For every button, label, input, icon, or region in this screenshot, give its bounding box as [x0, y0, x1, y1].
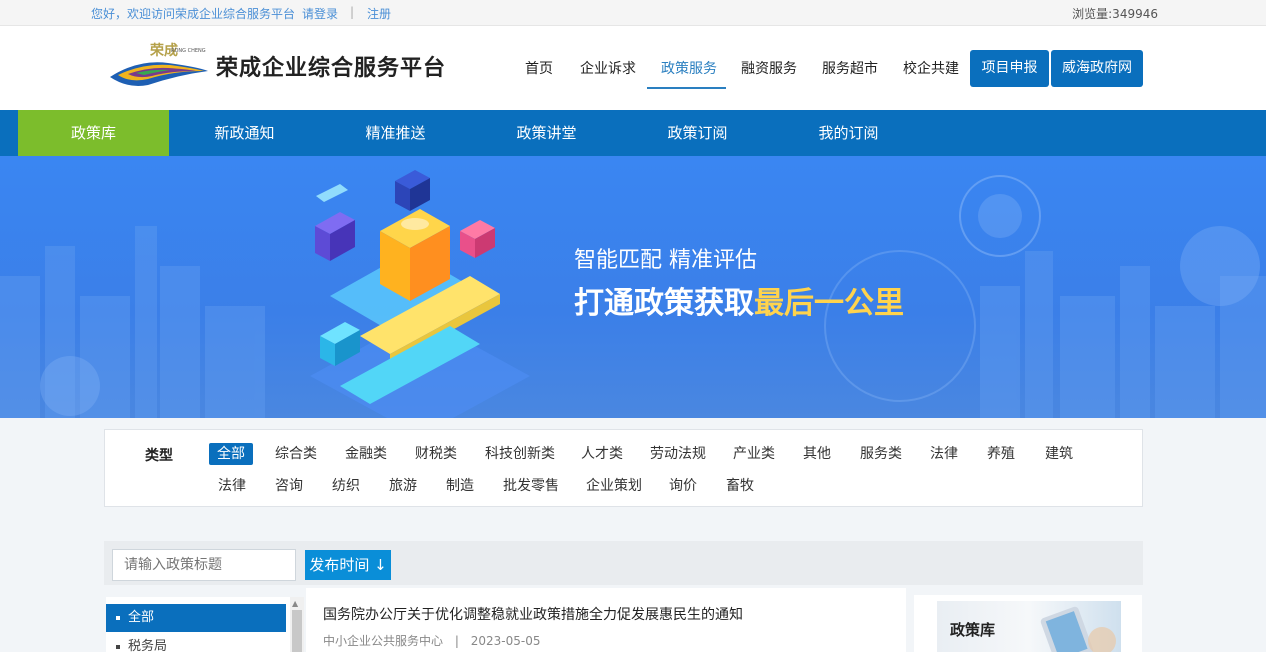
banner-slogan-line2: 打通政策获取最后一公里: [574, 278, 904, 322]
filter-tag-comprehensive[interactable]: 综合类: [275, 443, 317, 465]
filter-tag-labor-law[interactable]: 劳动法规: [650, 443, 706, 465]
site-title: 荣成企业综合服务平台: [216, 56, 447, 81]
active-nav-indicator: [647, 87, 726, 89]
category-label: 税务局: [128, 639, 168, 652]
project-application-button[interactable]: 项目申报: [970, 50, 1049, 87]
category-scroll-thumb[interactable]: [292, 610, 302, 652]
category-label: 全部: [128, 610, 155, 625]
filter-tag-livestock[interactable]: 畜牧: [726, 475, 754, 497]
category-list: 全部 税务局: [106, 597, 304, 652]
site-header: 荣成 RONG CHENG 荣成企业综合服务平台 首页 企业诉求 政策服务 融资…: [0, 26, 1266, 110]
filter-tag-tech-innovation[interactable]: 科技创新类: [485, 443, 555, 465]
search-bar-row: 发布时间 ↓: [104, 541, 1143, 585]
filter-tag-industry[interactable]: 产业类: [733, 443, 775, 465]
nav-school-enterprise[interactable]: 校企共建: [903, 58, 959, 78]
filter-tag-law-2[interactable]: 法律: [218, 475, 246, 497]
policy-banner: 智能匹配 精准评估 打通政策获取最后一公里: [0, 156, 1266, 418]
policy-meta-separator: |: [454, 634, 459, 648]
filter-tag-all[interactable]: 全部: [209, 443, 253, 465]
scroll-up-arrow-icon[interactable]: ▲: [292, 599, 298, 608]
filter-tag-construction[interactable]: 建筑: [1045, 443, 1073, 465]
register-link[interactable]: 注册: [367, 5, 391, 22]
type-filter-panel: 类型 全部 综合类 金融类 财税类 科技创新类 人才类 劳动法规 产业类 其他 …: [104, 429, 1143, 507]
subnav-precise-push[interactable]: 精准推送: [320, 110, 471, 156]
bullet-icon: [116, 644, 120, 649]
policy-library-side-card[interactable]: 政策库: [914, 595, 1142, 652]
subnav-policy-subscribe[interactable]: 政策订阅: [622, 110, 773, 156]
filter-type-label: 类型: [145, 448, 173, 464]
topbar-separator: |: [350, 5, 355, 19]
category-item-all[interactable]: 全部: [106, 604, 286, 632]
subnav-policy-lecture[interactable]: 政策讲堂: [471, 110, 622, 156]
banner-slogan-highlight: 最后一公里: [754, 286, 904, 321]
filter-tag-tourism[interactable]: 旅游: [389, 475, 417, 497]
filter-tag-planning[interactable]: 企业策划: [586, 475, 642, 497]
filter-tag-talent[interactable]: 人才类: [581, 443, 623, 465]
filter-tag-manufacturing[interactable]: 制造: [446, 475, 474, 497]
weihai-gov-button[interactable]: 威海政府网: [1051, 50, 1143, 87]
svg-text:RONG CHENG: RONG CHENG: [171, 48, 206, 54]
nav-home[interactable]: 首页: [525, 58, 553, 78]
policy-title-link[interactable]: 国务院办公厅关于优化调整稳就业政策措施全力促发展惠民生的通知: [323, 604, 743, 624]
policy-source: 中小企业公共服务中心: [323, 634, 444, 648]
subnav-policy-library[interactable]: 政策库: [18, 110, 169, 156]
login-link[interactable]: 请登录: [302, 5, 338, 22]
subnav-my-subscriptions[interactable]: 我的订阅: [773, 110, 924, 156]
policy-library-card-label: 政策库: [950, 621, 996, 639]
banner-slogan-main: 打通政策获取: [574, 286, 754, 321]
subnav-new-policy-notice[interactable]: 新政通知: [169, 110, 320, 156]
filter-tag-breeding[interactable]: 养殖: [987, 443, 1015, 465]
filter-tag-tax[interactable]: 财税类: [415, 443, 457, 465]
nav-enterprise-appeals[interactable]: 企业诉求: [580, 58, 636, 78]
policy-meta: 中小企业公共服务中心 | 2023-05-05: [323, 632, 540, 649]
filter-tag-law[interactable]: 法律: [930, 443, 958, 465]
policy-list-item[interactable]: 国务院办公厅关于优化调整稳就业政策措施全力促发展惠民生的通知 中小企业公共服务中…: [306, 588, 906, 652]
sort-by-publish-date-button[interactable]: 发布时间 ↓: [305, 550, 391, 580]
policy-title-search-input[interactable]: [112, 549, 296, 581]
site-logo[interactable]: 荣成 RONG CHENG: [108, 41, 210, 91]
nav-financing-services[interactable]: 融资服务: [741, 58, 797, 78]
bullet-icon: [116, 615, 120, 620]
filter-tag-service[interactable]: 服务类: [860, 443, 902, 465]
filter-tag-textile[interactable]: 纺织: [332, 475, 360, 497]
filter-tag-other[interactable]: 其他: [803, 443, 831, 465]
category-item-tax-bureau[interactable]: 税务局: [106, 633, 286, 652]
view-count: 浏览量:349946: [1072, 7, 1158, 21]
policy-date: 2023-05-05: [470, 634, 541, 648]
welcome-text: 您好，欢迎访问荣成企业综合服务平台: [91, 7, 296, 21]
filter-tag-consulting[interactable]: 咨询: [275, 475, 303, 497]
nav-policy-services[interactable]: 政策服务: [661, 58, 717, 78]
top-bar: 您好，欢迎访问荣成企业综合服务平台 请登录 | 注册 浏览量:349946: [0, 0, 1266, 26]
banner-slogan-line1: 智能匹配 精准评估: [574, 248, 757, 273]
filter-tag-inquiry[interactable]: 询价: [669, 475, 697, 497]
filter-tag-wholesale-retail[interactable]: 批发零售: [503, 475, 559, 497]
policy-subnav: 政策库 新政通知 精准推送 政策讲堂 政策订阅 我的订阅: [0, 110, 1266, 156]
filter-tag-finance[interactable]: 金融类: [345, 443, 387, 465]
nav-service-market[interactable]: 服务超市: [822, 58, 878, 78]
